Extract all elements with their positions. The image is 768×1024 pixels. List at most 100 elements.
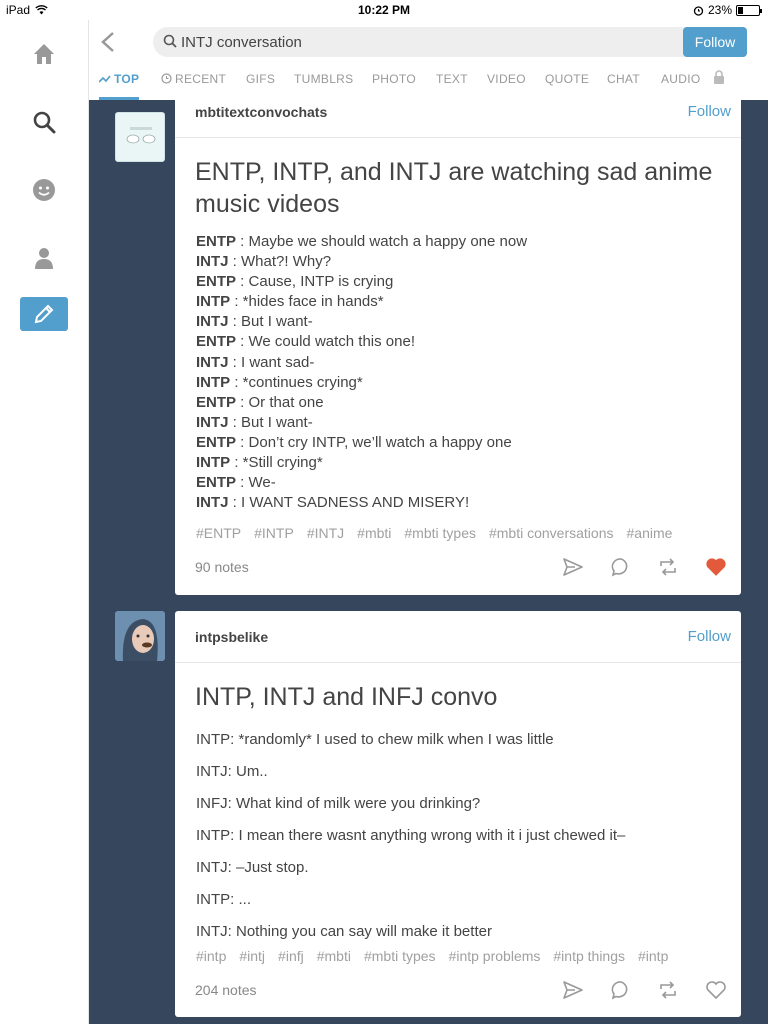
tag-link[interactable]: #mbti xyxy=(317,948,351,964)
tab-video[interactable]: VIDEO xyxy=(487,72,526,86)
tag-link[interactable]: #intp things xyxy=(553,948,625,964)
like-icon[interactable] xyxy=(704,978,728,1002)
back-button[interactable] xyxy=(97,30,119,54)
chat-line: INTP : *continues crying* xyxy=(175,373,741,393)
speaker-label: INTJ xyxy=(196,313,229,331)
tab-quote[interactable]: QUOTE xyxy=(545,72,589,86)
chat-line: INTJ: Nothing you can say will make it b… xyxy=(196,923,492,940)
tab-gifs[interactable]: GIFS xyxy=(246,72,275,86)
follow-search-button[interactable]: Follow xyxy=(683,27,747,57)
blog-avatar-intpsbelike[interactable] xyxy=(115,611,165,661)
chat-line: INTJ : What?! Why? xyxy=(175,252,741,272)
chat-line: INTJ : But I want- xyxy=(175,413,741,433)
home-icon[interactable] xyxy=(22,36,66,72)
chat-line: INTP : *Still crying* xyxy=(175,453,741,473)
chat-text: : *Still crying* xyxy=(230,454,323,472)
trending-icon xyxy=(98,75,111,83)
chat-line: INTJ : I want sad- xyxy=(175,353,741,373)
reblog-icon[interactable] xyxy=(656,555,680,579)
tab-tumblrs[interactable]: TUMBLRS xyxy=(294,72,353,86)
alarm-icon xyxy=(693,5,704,16)
search-input[interactable]: INTJ conversation xyxy=(153,27,747,57)
chat-text: : I want sad- xyxy=(228,353,315,371)
tab-chat[interactable]: CHAT xyxy=(607,72,640,86)
chat-line: ENTP : We- xyxy=(175,473,741,493)
tag-link[interactable]: #intp xyxy=(196,948,226,964)
account-icon[interactable] xyxy=(22,240,66,276)
chat-text: : We- xyxy=(236,474,276,492)
follow-blog-button[interactable]: Follow xyxy=(688,628,731,645)
blog-avatar-mbtitextconvochats[interactable] xyxy=(115,112,165,162)
tag-link[interactable]: #mbti xyxy=(357,525,391,541)
chat-text: : Or that one xyxy=(236,393,324,411)
like-icon[interactable] xyxy=(704,555,728,579)
lock-icon xyxy=(713,70,725,87)
tag-link[interactable]: #anime xyxy=(627,525,673,541)
chat-line: INTP: ... xyxy=(196,891,252,908)
chevron-left-icon xyxy=(101,32,114,52)
post-title: INTP, INTJ and INFJ convo xyxy=(195,683,498,711)
chat-text: : We could watch this one! xyxy=(236,333,415,351)
notes-count[interactable]: 204 notes xyxy=(195,982,257,998)
tag-link[interactable]: #intp xyxy=(638,948,668,964)
battery-icon xyxy=(736,4,762,16)
activity-icon[interactable] xyxy=(22,172,66,208)
share-icon[interactable] xyxy=(561,978,585,1002)
tab-audio[interactable]: AUDIO xyxy=(661,72,701,86)
post-header: mbtitextconvochats Follow xyxy=(175,86,741,138)
tag-link[interactable]: #intp problems xyxy=(449,948,541,964)
chat-text: : Don’t cry INTP, we’ll watch a happy on… xyxy=(236,433,512,451)
speaker-label: ENTP xyxy=(196,474,237,492)
chat-line: ENTP : We could watch this one! xyxy=(175,332,741,352)
post-header: intpsbelike Follow xyxy=(175,611,741,663)
sidebar xyxy=(0,20,89,1024)
compose-icon[interactable] xyxy=(20,297,68,331)
speaker-label: INTP xyxy=(196,293,231,311)
tab-recent-label: RECENT xyxy=(175,72,227,86)
tab-top[interactable]: TOP xyxy=(98,72,139,86)
tag-link[interactable]: #mbti types xyxy=(364,948,436,964)
blog-name[interactable]: intpsbelike xyxy=(195,629,268,645)
chat-text: : But I want- xyxy=(228,413,313,431)
speaker-label: ENTP xyxy=(196,233,237,250)
chat-text: : What?! Why? xyxy=(228,253,332,271)
search-icon[interactable] xyxy=(22,104,66,140)
tag-link[interactable]: #INTP xyxy=(254,525,294,541)
blog-name[interactable]: mbtitextconvochats xyxy=(195,104,327,120)
tab-text[interactable]: TEXT xyxy=(436,72,468,86)
search-query: INTJ conversation xyxy=(181,34,302,51)
tab-recent[interactable]: RECENT xyxy=(161,72,226,86)
tag-link[interactable]: #mbti types xyxy=(404,525,476,541)
tag-link[interactable]: #intj xyxy=(239,948,265,964)
speaker-label: INTJ xyxy=(196,413,229,431)
reply-icon[interactable] xyxy=(609,978,633,1002)
post-card: mbtitextconvochats Follow ENTP, INTP, an… xyxy=(175,86,741,595)
share-icon[interactable] xyxy=(561,555,585,579)
tab-photo[interactable]: PHOTO xyxy=(372,72,416,86)
follow-blog-button[interactable]: Follow xyxy=(688,103,731,120)
post-card: intpsbelike Follow INTP, INTJ and INFJ c… xyxy=(175,611,741,1017)
chat-line: INTJ : But I want- xyxy=(175,312,741,332)
speaker-label: ENTP xyxy=(196,393,237,411)
chat-text: : I WANT SADNESS AND MISERY! xyxy=(228,494,470,512)
tag-link[interactable]: #infj xyxy=(278,948,304,964)
notes-count[interactable]: 90 notes xyxy=(195,559,249,575)
chat-line: ENTP : Or that one xyxy=(175,393,741,413)
chat-line: INTJ : I WANT SADNESS AND MISERY! xyxy=(175,493,741,513)
speaker-label: INTJ xyxy=(196,353,229,371)
post-title: ENTP, INTP, and INTJ are watching sad an… xyxy=(195,158,713,218)
tag-link[interactable]: #mbti conversations xyxy=(489,525,614,541)
tag-link[interactable]: #ENTP xyxy=(196,525,241,541)
tag-list: #ENTP #INTP #INTJ #mbti #mbti types #mbti con… xyxy=(196,525,685,541)
battery-level xyxy=(738,6,743,14)
active-tab-indicator xyxy=(99,97,139,100)
speaker-label: INTP xyxy=(196,373,231,391)
chat-line: INTP: *randomly* I used to chew milk whe… xyxy=(196,731,554,748)
chat-line: ENTP : Don’t cry INTP, we’ll watch a hap… xyxy=(175,433,741,453)
reblog-icon[interactable] xyxy=(656,978,680,1002)
reply-icon[interactable] xyxy=(609,555,633,579)
chat-line: INTP: I mean there wasnt anything wrong … xyxy=(196,827,626,844)
tag-link[interactable]: #INTJ xyxy=(307,525,344,541)
chat-text: : Cause, INTP is crying xyxy=(236,273,394,291)
status-bar: iPad 10:22 PM 23% xyxy=(0,0,768,20)
